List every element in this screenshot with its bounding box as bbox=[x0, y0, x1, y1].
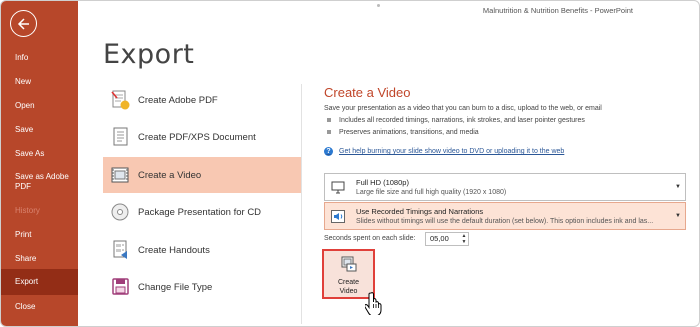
video-icon bbox=[109, 164, 131, 186]
option-label: Change File Type bbox=[138, 281, 213, 293]
video-quality-dropdown[interactable]: Full HD (1080p) Large file size and full… bbox=[324, 173, 686, 201]
bullet-square bbox=[327, 118, 331, 123]
bullet-text: Includes all recorded timings, narration… bbox=[339, 117, 585, 124]
option-create-video[interactable]: Create a Video bbox=[103, 157, 301, 193]
handouts-icon bbox=[109, 239, 131, 261]
monitor-icon bbox=[331, 181, 345, 194]
panel-divider bbox=[301, 84, 302, 324]
feature-bullet: Preserves animations, transitions, and m… bbox=[327, 129, 479, 136]
narration-icon bbox=[331, 210, 345, 223]
create-video-icon bbox=[341, 256, 357, 272]
dropdown-subtitle: Slides without timings will use the defa… bbox=[356, 218, 654, 225]
option-create-pdf-xps[interactable]: Create PDF/XPS Document bbox=[103, 119, 301, 155]
sidebar-item-close[interactable]: Close bbox=[1, 302, 78, 312]
option-label: Create Adobe PDF bbox=[138, 94, 218, 106]
dropdown-title: Full HD (1080p) bbox=[356, 178, 409, 187]
bullet-square bbox=[327, 130, 331, 135]
hand-pointer-cursor-icon bbox=[365, 292, 382, 315]
dropdown-subtitle: Large file size and full high quality (1… bbox=[356, 189, 507, 196]
option-label: Create Handouts bbox=[138, 244, 210, 256]
option-package-for-cd[interactable]: Package Presentation for CD bbox=[103, 194, 301, 230]
option-change-file-type[interactable]: Change File Type bbox=[103, 269, 301, 305]
back-button[interactable] bbox=[10, 10, 37, 37]
section-title: Create a Video bbox=[324, 85, 411, 100]
help-icon: ? bbox=[324, 147, 333, 156]
title-bar-dot bbox=[377, 4, 380, 7]
help-link[interactable]: ? Get help burning your slide show video… bbox=[324, 147, 564, 156]
sidebar-item-open[interactable]: Open bbox=[1, 101, 78, 111]
file-type-icon bbox=[109, 276, 131, 298]
window-title: Malnutrition & Nutrition Benefits - Powe… bbox=[482, 6, 633, 15]
powerpoint-backstage-window: Info New Open Save Save As Save as Adobe… bbox=[0, 0, 700, 327]
option-label: Package Presentation for CD bbox=[138, 206, 262, 218]
timings-dropdown[interactable]: Use Recorded Timings and Narrations Slid… bbox=[324, 202, 686, 230]
help-link-text[interactable]: Get help burning your slide show video t… bbox=[339, 148, 564, 155]
page-title: Export bbox=[103, 39, 195, 70]
sidebar-item-save[interactable]: Save bbox=[1, 125, 78, 135]
cd-package-icon bbox=[109, 201, 131, 223]
sidebar-item-export[interactable]: Export bbox=[1, 269, 78, 295]
sidebar-item-save-as[interactable]: Save As bbox=[1, 149, 78, 159]
chevron-down-icon: ▼ bbox=[675, 184, 681, 190]
backstage-sidebar: Info New Open Save Save As Save as Adobe… bbox=[1, 1, 78, 326]
feature-bullet: Includes all recorded timings, narration… bbox=[327, 117, 585, 124]
seconds-label: Seconds spent on each slide: bbox=[324, 235, 416, 242]
option-create-handouts[interactable]: Create Handouts bbox=[103, 232, 301, 268]
arrow-left-icon bbox=[17, 17, 29, 30]
option-label: Create PDF/XPS Document bbox=[138, 131, 256, 143]
adobe-pdf-icon bbox=[109, 89, 131, 111]
sidebar-item-history: History bbox=[15, 206, 40, 215]
sidebar-item-print[interactable]: Print bbox=[1, 230, 78, 240]
option-create-adobe-pdf[interactable]: Create Adobe PDF bbox=[103, 82, 301, 118]
sidebar-item-save-as-adobe-pdf[interactable]: Save as Adobe PDF bbox=[1, 172, 71, 192]
pdf-xps-document-icon bbox=[109, 126, 131, 148]
seconds-spinner[interactable]: ▲ ▼ bbox=[460, 233, 468, 245]
spinner-down-icon[interactable]: ▼ bbox=[460, 239, 468, 245]
option-label: Create a Video bbox=[138, 169, 202, 181]
section-description: Save your presentation as a video that y… bbox=[324, 105, 602, 112]
sidebar-item-info[interactable]: Info bbox=[1, 53, 78, 63]
bullet-text: Preserves animations, transitions, and m… bbox=[339, 129, 479, 136]
chevron-down-icon: ▼ bbox=[675, 213, 681, 219]
sidebar-item-share[interactable]: Share bbox=[1, 254, 78, 264]
sidebar-item-new[interactable]: New bbox=[1, 77, 78, 87]
dropdown-title: Use Recorded Timings and Narrations bbox=[356, 207, 484, 216]
create-button-line1: Create bbox=[337, 279, 359, 286]
